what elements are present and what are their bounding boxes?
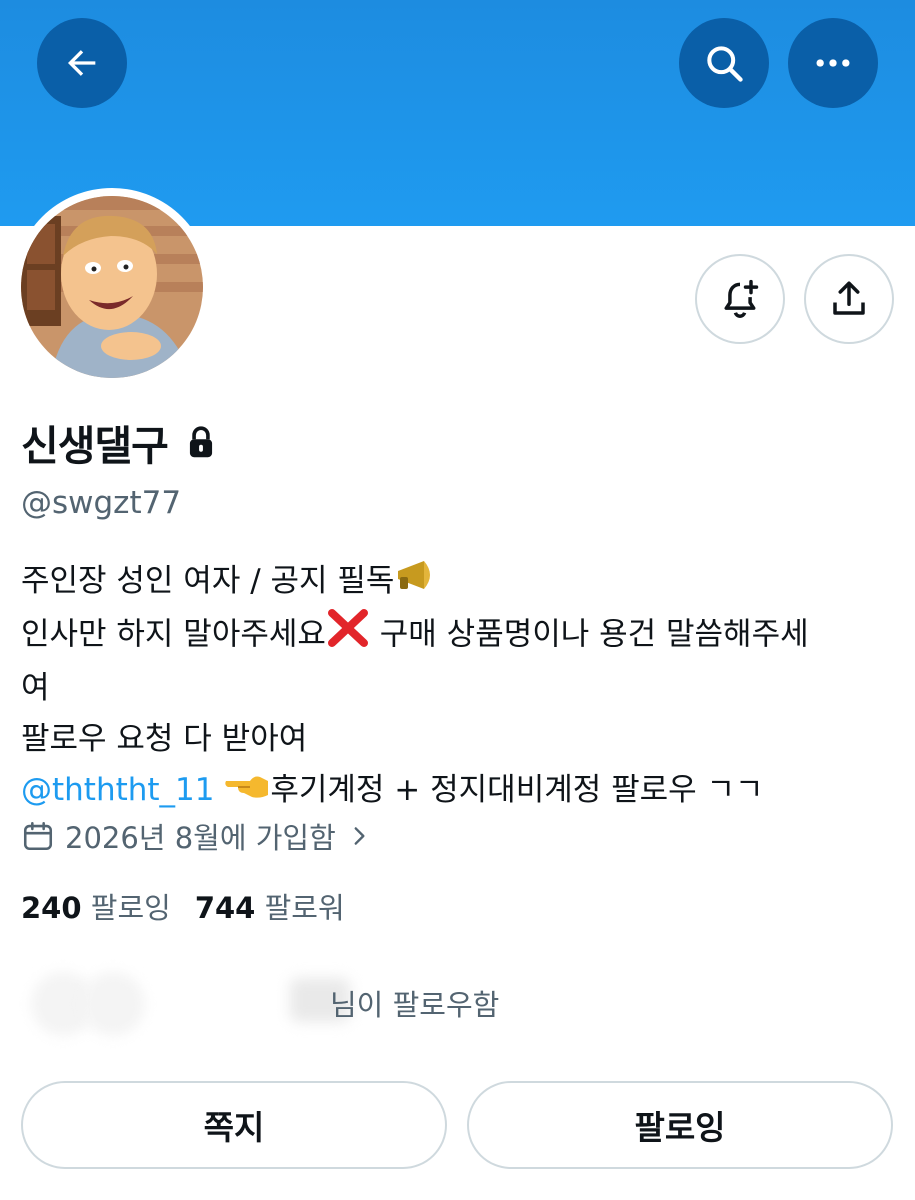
mention-link[interactable]: @thththt_11 xyxy=(21,772,215,808)
more-button[interactable] xyxy=(788,18,878,108)
calendar-icon xyxy=(23,821,53,851)
arrow-left-icon xyxy=(68,50,96,76)
display-name-row: 신생댈구 xyxy=(21,412,218,472)
bio-text-1: 주인장 성인 여자 / 공지 필독 xyxy=(21,563,395,599)
following-count: 240 xyxy=(21,891,82,925)
share-icon xyxy=(833,281,865,315)
display-name: 신생댈구 xyxy=(21,422,169,470)
avatar-illustration xyxy=(21,196,203,378)
cross-mark-emoji-icon xyxy=(326,608,370,663)
following-button[interactable]: 팔로잉 xyxy=(467,1081,893,1169)
share-profile-button[interactable] xyxy=(804,254,894,344)
following-label: 팔로잉 xyxy=(90,891,171,925)
message-button[interactable]: 쪽지 xyxy=(21,1081,447,1169)
pointing-left-emoji-icon xyxy=(224,766,270,817)
profile-bio: 주인장 성인 여자 / 공지 필독 인사만 하지 말아주세요 구매 상품명이나 … xyxy=(21,556,901,817)
join-date-row[interactable]: 2026년 8월에 가입함 xyxy=(21,815,372,857)
more-horizontal-icon xyxy=(816,59,850,67)
megaphone-emoji-icon xyxy=(394,557,438,609)
bio-line-5: @thththt_11 후기계정 + 정지대비계정 팔로우 ㄱㄱ xyxy=(21,765,901,817)
followers-label: 팔로워 xyxy=(264,891,345,925)
followers-count: 744 xyxy=(194,891,256,925)
bio-line-2: 인사만 하지 말아주세요 구매 상품명이나 용건 말씀해주세 xyxy=(21,608,901,663)
bio-line-1: 주인장 성인 여자 / 공지 필독 xyxy=(21,556,901,609)
bio-text-2a: 인사만 하지 말아주세요 xyxy=(21,616,326,652)
follow-stats: 240 팔로잉 744 팔로워 xyxy=(21,885,345,927)
bio-text-2b: 구매 상품명이나 용건 말씀해주세 xyxy=(369,616,809,652)
join-date-text: 2026년 8월에 가입함 xyxy=(65,821,336,855)
lock-icon xyxy=(189,426,212,458)
search-button[interactable] xyxy=(679,18,769,108)
followers-stat[interactable]: 744 팔로워 xyxy=(195,885,345,927)
followed-by-avatars xyxy=(21,968,321,1038)
followed-by-row[interactable] xyxy=(21,968,321,1038)
bio-line-3: 여 xyxy=(21,669,50,706)
bio-text-5: 후기계정 + 정지대비계정 팔로우 ㄱㄱ xyxy=(270,771,764,808)
notification-subscribe-button[interactable] xyxy=(695,254,785,344)
search-icon xyxy=(707,46,743,82)
back-button[interactable] xyxy=(37,18,127,108)
chevron-right-icon xyxy=(354,827,365,845)
bio-line-4: 팔로우 요청 다 받아여 xyxy=(21,720,308,757)
user-handle: @swgzt77 xyxy=(21,485,182,521)
followed-by-text: 님이 팔로우함 xyxy=(330,988,500,1022)
bell-plus-icon xyxy=(724,279,759,318)
following-stat[interactable]: 240 팔로잉 xyxy=(21,885,171,927)
avatar[interactable] xyxy=(21,196,203,378)
